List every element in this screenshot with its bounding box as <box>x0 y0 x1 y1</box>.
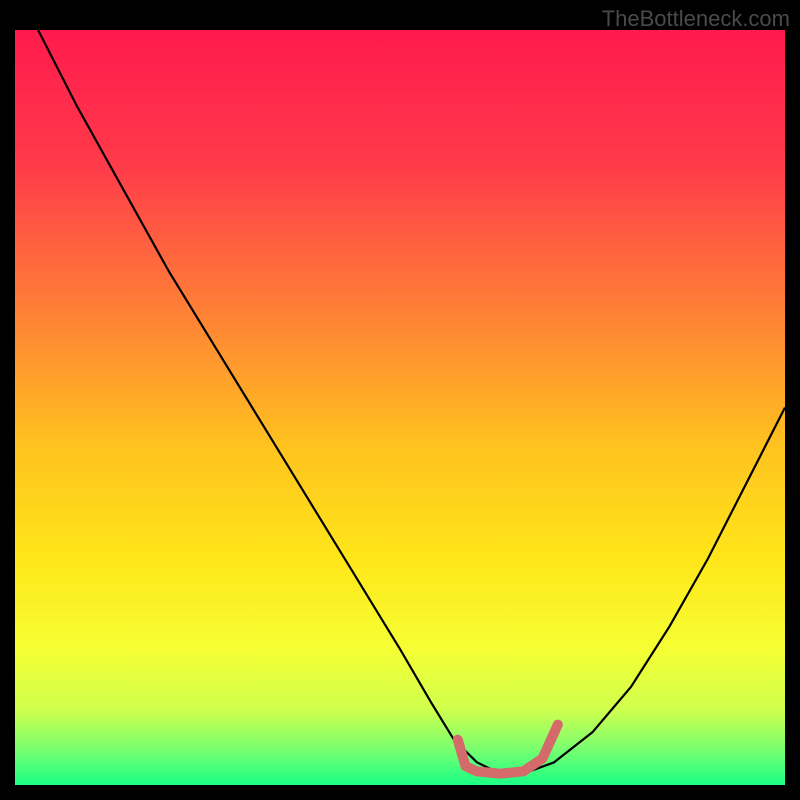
gradient-background <box>15 30 785 785</box>
watermark-text: TheBottleneck.com <box>602 6 790 32</box>
chart-container: TheBottleneck.com <box>0 0 800 800</box>
plot-area <box>15 30 785 785</box>
chart-svg <box>15 30 785 785</box>
